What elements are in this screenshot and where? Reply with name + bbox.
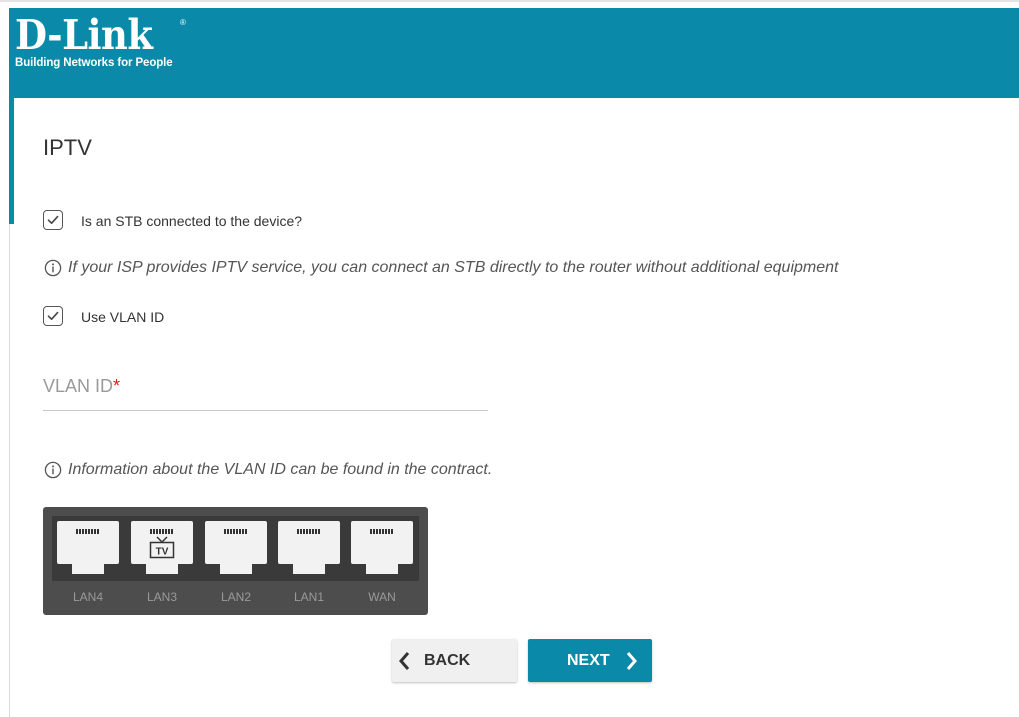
port-label-wan: WAN — [368, 590, 396, 604]
port-pins — [150, 529, 174, 534]
port-jack — [278, 521, 340, 564]
port-pins — [224, 529, 248, 534]
info-icon — [44, 259, 62, 277]
info-icon — [44, 461, 62, 479]
chevron-left-icon — [399, 651, 410, 670]
stb-info-note: If your ISP provides IPTV service, you c… — [44, 259, 838, 277]
stb-connected-label[interactable]: Is an STB connected to the device? — [81, 213, 302, 229]
logo-tagline: Building Networks for People — [15, 57, 173, 69]
port-jack-tab — [366, 564, 398, 574]
tv-badge-text: TV — [156, 547, 169, 558]
back-button-label: BACK — [424, 651, 471, 669]
page-title: IPTV — [43, 135, 92, 160]
port-wan[interactable] — [351, 521, 413, 576]
vlan-info-note: Information about the VLAN ID can be fou… — [44, 461, 492, 479]
back-button[interactable]: BACK — [392, 639, 517, 682]
use-vlan-label[interactable]: Use VLAN ID — [81, 309, 164, 325]
port-label-lan1: LAN1 — [293, 590, 325, 604]
port-lan4[interactable] — [57, 521, 119, 576]
dlink-logo: D-Link — [15, 11, 153, 59]
port-jack-tab — [220, 564, 252, 574]
vlan-id-field[interactable]: VLAN ID* — [43, 370, 492, 412]
frame-top-border — [0, 0, 1019, 2]
stb-info-text: If your ISP provides IPTV service, you c… — [68, 259, 839, 276]
port-jack-tab — [293, 564, 325, 574]
port-pins — [297, 529, 321, 534]
port-pins — [370, 529, 394, 534]
port-jack-tab — [146, 564, 178, 574]
port-label-lan2: LAN2 — [220, 590, 252, 604]
header-bar — [9, 8, 1019, 98]
wizard-frame: D-Link ® Building Networks for People IP… — [0, 0, 1019, 717]
chevron-right-icon — [626, 651, 637, 670]
port-jack — [205, 521, 267, 564]
registered-mark: ® — [180, 18, 186, 27]
port-lan1[interactable] — [278, 521, 340, 576]
next-button[interactable]: NEXT — [528, 639, 652, 682]
port-lan3[interactable]: TV — [131, 521, 193, 576]
vlan-id-input[interactable] — [43, 370, 492, 412]
left-border — [9, 224, 10, 717]
port-pins — [76, 529, 100, 534]
port-lan2[interactable] — [205, 521, 267, 576]
use-vlan-checkbox[interactable] — [43, 306, 63, 326]
port-label-lan4: LAN4 — [72, 590, 104, 604]
port-label-lan3: LAN3 — [146, 590, 178, 604]
next-button-label: NEXT — [567, 651, 610, 669]
checkmark-icon — [47, 215, 59, 224]
port-jack — [351, 521, 413, 564]
checkmark-icon — [47, 311, 59, 320]
port-jack-tab — [72, 564, 104, 574]
vlan-info-text: Information about the VLAN ID can be fou… — [68, 461, 493, 478]
tv-icon: TV — [149, 536, 175, 559]
stb-connected-checkbox[interactable] — [43, 210, 63, 230]
port-jack — [57, 521, 119, 564]
